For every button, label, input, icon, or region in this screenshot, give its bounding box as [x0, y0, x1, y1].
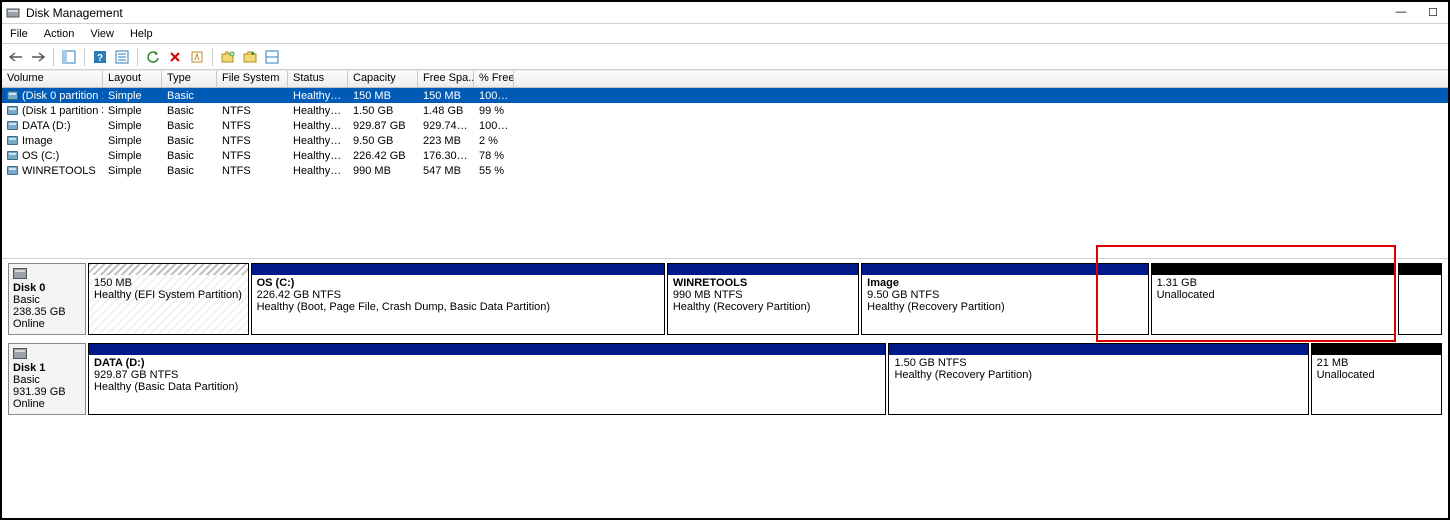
- volume-icon: [7, 121, 18, 130]
- toolbar-separator: [84, 48, 85, 66]
- partition-color-bar: [889, 344, 1307, 355]
- disk-row: Disk 0Basic238.35 GBOnline150 MBHealthy …: [2, 259, 1448, 339]
- svg-text:?: ?: [97, 53, 103, 64]
- partition-color-bar: [668, 264, 858, 275]
- minimize-button[interactable]: —: [1394, 6, 1408, 19]
- settings-button[interactable]: [112, 47, 132, 67]
- partition[interactable]: 1.50 GB NTFSHealthy (Recovery Partition): [888, 343, 1308, 415]
- disk-icon: [13, 268, 27, 279]
- col-capacity[interactable]: Capacity: [348, 71, 418, 87]
- volume-row[interactable]: ImageSimpleBasicNTFSHealthy (R...9.50 GB…: [2, 133, 1448, 148]
- volume-table: Volume Layout Type File System Status Ca…: [2, 70, 1448, 259]
- col-pctfree[interactable]: % Free: [474, 71, 514, 87]
- open-folder-button[interactable]: [240, 47, 260, 67]
- volume-icon: [7, 106, 18, 115]
- volume-row[interactable]: DATA (D:)SimpleBasicNTFSHealthy (B...929…: [2, 118, 1448, 133]
- menu-view[interactable]: View: [90, 28, 114, 40]
- toolbar-separator: [212, 48, 213, 66]
- partition-body: 1.50 GB NTFSHealthy (Recovery Partition): [889, 355, 1307, 414]
- volume-icon: [7, 166, 18, 175]
- partition[interactable]: Image9.50 GB NTFSHealthy (Recovery Parti…: [861, 263, 1148, 335]
- disk-header[interactable]: Disk 1Basic931.39 GBOnline: [8, 343, 86, 415]
- volume-table-header: Volume Layout Type File System Status Ca…: [2, 70, 1448, 88]
- titlebar: Disk Management — ☐: [2, 2, 1448, 24]
- partition[interactable]: [1398, 263, 1442, 335]
- col-freespace[interactable]: Free Spa...: [418, 71, 474, 87]
- col-type[interactable]: Type: [162, 71, 217, 87]
- col-spacer: [514, 71, 1448, 87]
- delete-button[interactable]: [165, 47, 185, 67]
- volume-icon: [7, 151, 18, 160]
- partition-body: DATA (D:)929.87 GB NTFSHealthy (Basic Da…: [89, 355, 885, 414]
- partition[interactable]: DATA (D:)929.87 GB NTFSHealthy (Basic Da…: [88, 343, 886, 415]
- partition-body: 1.31 GBUnallocated: [1152, 275, 1395, 334]
- toolbar-separator: [53, 48, 54, 66]
- new-folder-button[interactable]: [218, 47, 238, 67]
- back-button[interactable]: [6, 47, 26, 67]
- partition[interactable]: 21 MBUnallocated: [1311, 343, 1442, 415]
- partition-body: [1399, 275, 1441, 334]
- partition-color-bar: [1152, 264, 1395, 275]
- show-hide-console-tree-button[interactable]: [59, 47, 79, 67]
- partitions: DATA (D:)929.87 GB NTFSHealthy (Basic Da…: [88, 343, 1442, 415]
- menubar: File Action View Help: [2, 24, 1448, 44]
- partition[interactable]: WINRETOOLS990 MB NTFSHealthy (Recovery P…: [667, 263, 859, 335]
- partition-body: Image9.50 GB NTFSHealthy (Recovery Parti…: [862, 275, 1147, 334]
- partition-body: OS (C:)226.42 GB NTFSHealthy (Boot, Page…: [252, 275, 664, 334]
- window-controls: — ☐: [1394, 6, 1440, 19]
- partition-color-bar: [89, 264, 248, 275]
- partition-color-bar: [1399, 264, 1441, 275]
- menu-action[interactable]: Action: [44, 28, 75, 40]
- disk-header[interactable]: Disk 0Basic238.35 GBOnline: [8, 263, 86, 335]
- partition-color-bar: [89, 344, 885, 355]
- disk-row: Disk 1Basic931.39 GBOnlineDATA (D:)929.8…: [2, 339, 1448, 419]
- partition[interactable]: 150 MBHealthy (EFI System Partition): [88, 263, 249, 335]
- partition-body: WINRETOOLS990 MB NTFSHealthy (Recovery P…: [668, 275, 858, 334]
- menu-file[interactable]: File: [10, 28, 28, 40]
- partition-color-bar: [252, 264, 664, 275]
- partitions: 150 MBHealthy (EFI System Partition)OS (…: [88, 263, 1442, 335]
- col-volume[interactable]: Volume: [2, 71, 103, 87]
- col-status[interactable]: Status: [288, 71, 348, 87]
- list-details-button[interactable]: [262, 47, 282, 67]
- partition-color-bar: [862, 264, 1147, 275]
- disk-management-window: Disk Management — ☐ File Action View Hel…: [0, 0, 1450, 520]
- volume-icon: [7, 136, 18, 145]
- toolbar-separator: [137, 48, 138, 66]
- menu-help[interactable]: Help: [130, 28, 153, 40]
- window-title: Disk Management: [26, 6, 1394, 20]
- col-layout[interactable]: Layout: [103, 71, 162, 87]
- volume-row[interactable]: (Disk 0 partition 1)SimpleBasicHealthy (…: [2, 88, 1448, 103]
- properties-button[interactable]: [187, 47, 207, 67]
- partition-body: 150 MBHealthy (EFI System Partition): [89, 275, 248, 334]
- partition-body: 21 MBUnallocated: [1312, 355, 1441, 414]
- help-button[interactable]: ?: [90, 47, 110, 67]
- disk-icon: [13, 348, 27, 359]
- partition[interactable]: OS (C:)226.42 GB NTFSHealthy (Boot, Page…: [251, 263, 665, 335]
- volume-table-body[interactable]: (Disk 0 partition 1)SimpleBasicHealthy (…: [2, 88, 1448, 258]
- maximize-button[interactable]: ☐: [1426, 6, 1440, 19]
- col-filesystem[interactable]: File System: [217, 71, 288, 87]
- volume-icon: [7, 91, 18, 100]
- refresh-button[interactable]: [143, 47, 163, 67]
- partition[interactable]: 1.31 GBUnallocated: [1151, 263, 1396, 335]
- volume-row[interactable]: WINRETOOLSSimpleBasicNTFSHealthy (R...99…: [2, 163, 1448, 178]
- forward-button[interactable]: [28, 47, 48, 67]
- app-icon: [6, 6, 20, 20]
- disk-layout-area[interactable]: Disk 0Basic238.35 GBOnline150 MBHealthy …: [2, 259, 1448, 518]
- partition-color-bar: [1312, 344, 1441, 355]
- volume-row[interactable]: OS (C:)SimpleBasicNTFSHealthy (B...226.4…: [2, 148, 1448, 163]
- toolbar: ?: [2, 44, 1448, 70]
- volume-row[interactable]: (Disk 1 partition 3)SimpleBasicNTFSHealt…: [2, 103, 1448, 118]
